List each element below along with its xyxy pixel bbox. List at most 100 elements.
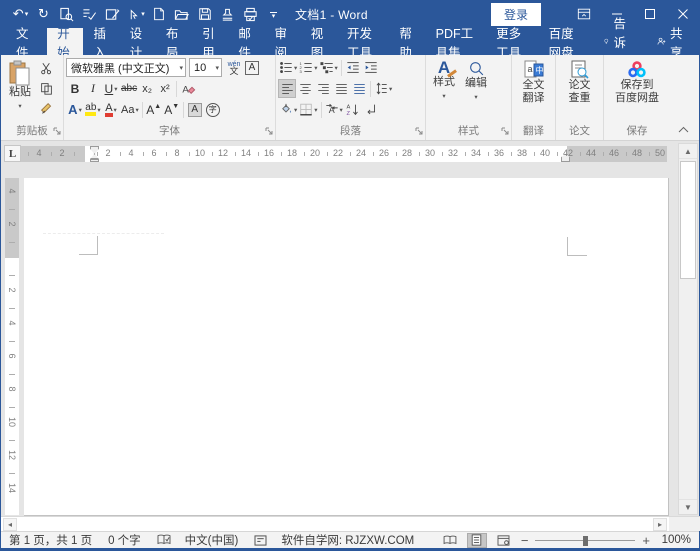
change-case-button[interactable]: Aa▾ (120, 100, 140, 119)
asian-layout-button[interactable]: A▾ (324, 100, 344, 119)
redo-icon[interactable]: ↻ (32, 2, 55, 26)
v-ruler[interactable]: 422468101214 (5, 178, 19, 515)
cut-button[interactable] (37, 59, 55, 78)
font-dialog-launcher-icon[interactable] (265, 124, 273, 138)
zoom-out-button[interactable]: − (521, 533, 529, 548)
show-marks-button[interactable] (362, 100, 380, 119)
document-page[interactable] (24, 178, 669, 516)
format-painter-button[interactable] (37, 99, 55, 118)
align-center-button[interactable] (296, 79, 314, 98)
clipboard-dialog-launcher-icon[interactable] (53, 124, 61, 138)
tab-layout[interactable]: 布局 (156, 28, 192, 55)
scroll-left-icon[interactable]: ◂ (3, 518, 17, 531)
justify-button[interactable] (332, 79, 350, 98)
zoom-in-button[interactable]: + (642, 533, 650, 548)
language-indicator[interactable]: 中文(中国) (185, 532, 239, 548)
horizontal-scrollbar[interactable]: ◂ ▸ (1, 516, 669, 531)
distribute-button[interactable] (350, 79, 368, 98)
faint-dashed-line (43, 233, 164, 234)
italic-button[interactable]: I (84, 79, 102, 98)
tab-mailings[interactable]: 邮件 (228, 28, 264, 55)
tab-design[interactable]: 设计 (120, 28, 156, 55)
proofing-book-icon[interactable] (157, 534, 171, 546)
line-spacing-button[interactable]: ▾ (373, 79, 393, 98)
tab-home[interactable]: 开始 (47, 28, 83, 55)
font-color-button[interactable]: A▾ (102, 100, 120, 119)
h-ruler-number: 6 (21, 148, 24, 158)
paragraph-dialog-launcher-icon[interactable] (415, 124, 423, 138)
tab-references[interactable]: 引用 (192, 28, 228, 55)
stamp-icon[interactable] (216, 2, 239, 26)
tab-pdf-tools[interactable]: PDF工具集 (426, 28, 487, 55)
tab-insert[interactable]: 插入 (83, 28, 119, 55)
zoom-slider-thumb[interactable] (583, 536, 588, 546)
scrollbar-corner (669, 516, 700, 531)
vertical-scrollbar[interactable]: ▲ ▼ (678, 143, 698, 515)
tab-more-tools[interactable]: 更多工具 (486, 28, 538, 55)
shading-button[interactable]: ▾ (278, 100, 298, 119)
read-mode-button[interactable] (440, 533, 460, 548)
page-indicator[interactable]: 第 1 页，共 1 页 (9, 532, 92, 548)
h-ruler-tick (120, 152, 121, 156)
zoom-slider[interactable] (535, 534, 635, 547)
paragraph-mark-icon (364, 103, 377, 116)
grow-font-button[interactable]: A▲ (145, 100, 163, 119)
left-indent-marker[interactable] (90, 159, 99, 162)
shrink-font-button[interactable]: A▼ (163, 100, 181, 119)
paper-check-button[interactable]: 论文 查重 (558, 57, 601, 105)
decrease-indent-button[interactable] (344, 58, 362, 77)
web-layout-button[interactable] (494, 533, 514, 548)
tab-help[interactable]: 帮助 (389, 28, 425, 55)
bold-button[interactable]: B (66, 79, 84, 98)
tab-developer[interactable]: 开发工具 (337, 28, 389, 55)
increase-indent-button[interactable] (362, 58, 380, 77)
tab-view[interactable]: 视图 (301, 28, 337, 55)
paste-button[interactable]: 粘贴 ▾ (3, 57, 37, 118)
superscript-button[interactable]: x² (156, 79, 174, 98)
zoom-level[interactable]: 100% (657, 534, 691, 546)
text-highlight-button[interactable]: ab▾ (84, 100, 102, 119)
styles-dialog-launcher-icon[interactable] (501, 124, 509, 138)
font-size-combo[interactable]: 10▾ (189, 58, 222, 77)
scroll-right-icon[interactable]: ▸ (653, 518, 667, 531)
full-text-translate-button[interactable]: a中 全文 翻译 (514, 57, 553, 105)
tab-stop-selector[interactable]: L (4, 145, 21, 162)
tab-review[interactable]: 审阅 (265, 28, 301, 55)
h-ruler-tick (557, 152, 558, 156)
vertical-scrollbar-thumb[interactable] (680, 161, 696, 279)
translate-group-label: 翻译 (512, 123, 555, 138)
phonetic-guide-button[interactable]: wén文 (225, 58, 243, 77)
h-ruler[interactable]: 6422468101214161820222426283032343638404… (21, 146, 667, 162)
sort-button[interactable]: AZ (344, 100, 362, 119)
enclose-characters-button[interactable]: 字 (204, 100, 222, 119)
character-border-button[interactable]: A (243, 58, 261, 77)
input-method-icon[interactable] (254, 535, 267, 546)
scroll-up-icon[interactable]: ▲ (679, 144, 697, 159)
strikethrough-button[interactable]: abc (120, 79, 138, 98)
numbering-button[interactable]: 123▾ (298, 58, 318, 77)
subscript-button[interactable]: x₂ (138, 79, 156, 98)
character-shading-button[interactable]: A (186, 100, 204, 119)
tab-file[interactable]: 文件 (1, 28, 47, 55)
borders-button[interactable]: ▾ (298, 100, 318, 119)
text-effects-button[interactable]: A▾ (66, 100, 84, 119)
align-right-button[interactable] (314, 79, 332, 98)
svg-text:3: 3 (300, 69, 303, 74)
tab-baidu-netdisk[interactable]: 百度网盘 (539, 28, 591, 55)
underline-button[interactable]: U▾ (102, 79, 120, 98)
scroll-down-icon[interactable]: ▼ (679, 499, 697, 514)
clear-formatting-button[interactable]: A (179, 79, 197, 98)
collapse-ribbon-icon[interactable] (678, 122, 689, 136)
editing-button[interactable]: 编辑 ▾ (460, 57, 492, 104)
print-layout-button[interactable] (467, 533, 487, 548)
font-name-combo[interactable]: 微软雅黑 (中文正文)▾ (66, 58, 186, 77)
multilevel-list-button[interactable]: ▾ (319, 58, 339, 77)
styles-button[interactable]: A 样式 ▾ (428, 57, 460, 104)
h-ruler-number: 48 (629, 148, 645, 158)
word-count[interactable]: 0 个字 (108, 532, 141, 548)
align-left-button[interactable] (278, 79, 296, 98)
copy-button[interactable] (37, 79, 55, 98)
first-line-indent-marker[interactable] (90, 146, 99, 154)
bullets-button[interactable]: ▾ (278, 58, 298, 77)
save-to-baidu-netdisk-button[interactable]: 保存到 百度网盘 (606, 57, 668, 105)
